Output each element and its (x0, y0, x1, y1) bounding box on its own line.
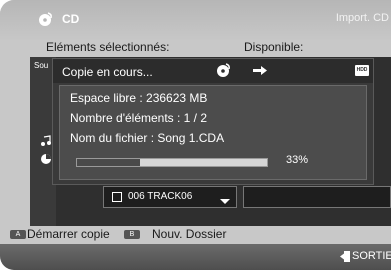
hdd-icon: HDD (355, 65, 369, 76)
title-bar: CD Import. CD (0, 0, 391, 40)
list-item-label: 006 TRACK06 (128, 191, 193, 202)
exit-button[interactable]: SORTIE (352, 250, 391, 262)
list-item[interactable]: 006 TRACK06 (103, 186, 237, 208)
copy-progress-dialog: Copie en cours... HDD Espace libre : 236… (52, 58, 374, 185)
b-button[interactable]: B (124, 230, 140, 239)
selected-items-header: Eléments sélectionnés: (46, 40, 170, 54)
available-space-row (243, 186, 391, 208)
cd-icon (39, 12, 52, 26)
mode-label: Import. CD (335, 12, 389, 24)
bottom-bar: SORTIE (0, 244, 391, 270)
source-cd-icon (217, 63, 230, 77)
progress-fill (77, 159, 140, 166)
arrow-right-icon (253, 66, 267, 75)
music-note-icon (41, 135, 51, 146)
progress-bar (76, 158, 268, 167)
exit-icon[interactable] (340, 251, 350, 262)
chevron-down-icon[interactable] (220, 199, 230, 204)
available-header: Disponible: (244, 40, 304, 54)
a-button[interactable]: A (10, 230, 26, 239)
progress-percent: 33% (286, 154, 309, 166)
dialog-title: Copie en cours... (62, 65, 153, 79)
start-copy-label: Démarrer copie (27, 227, 110, 241)
disc-icon (41, 154, 51, 164)
cd-import-screen: CD Import. CD Eléments sélectionnés: Dis… (0, 0, 391, 270)
file-name-text: Nom du fichier : Song 1.CDA (70, 131, 225, 145)
dialog-body: Espace libre : 236623 MB Nombre d'élémen… (59, 85, 367, 180)
new-folder-label: Nouv. Dossier (152, 227, 227, 241)
page-title: CD (62, 12, 80, 26)
dialog-header: Copie en cours... HDD (53, 59, 373, 83)
item-count-text: Nombre d'éléments : 1 / 2 (70, 111, 208, 125)
item-checkbox[interactable] (112, 192, 122, 202)
source-tag: Sou (34, 61, 49, 70)
free-space-text: Espace libre : 236623 MB (70, 91, 208, 105)
